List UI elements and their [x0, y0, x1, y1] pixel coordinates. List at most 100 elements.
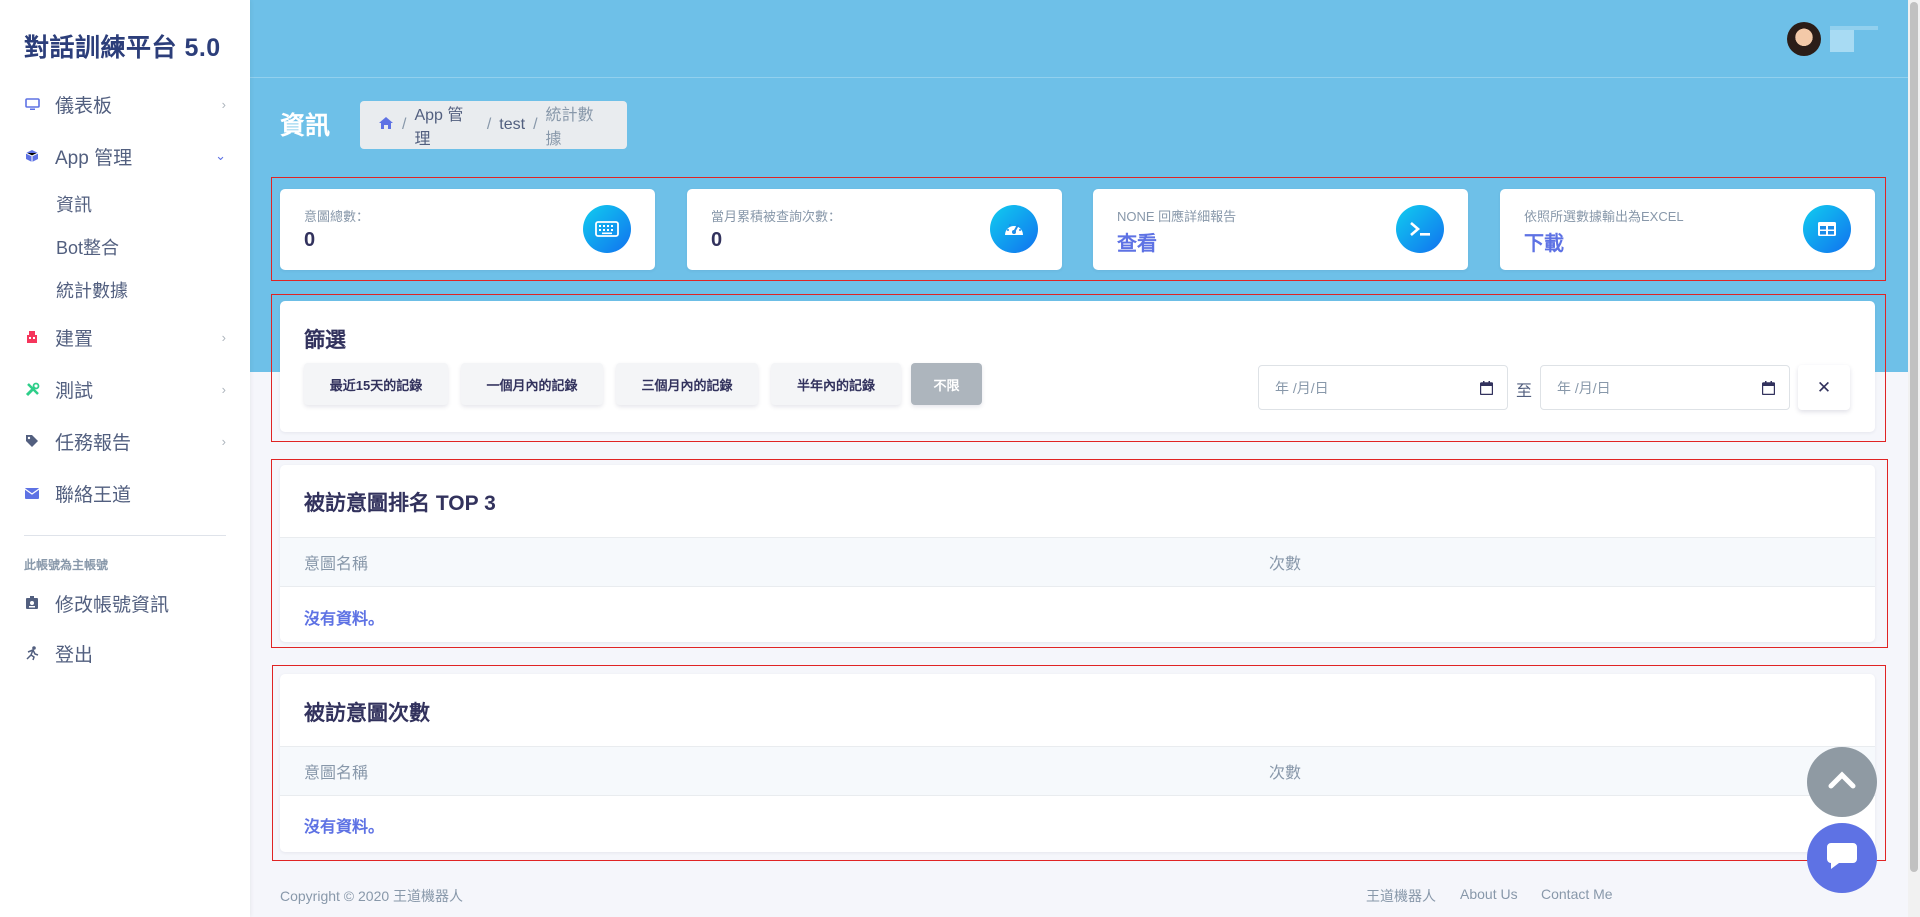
column-header-count[interactable]: 次數	[1269, 550, 1301, 574]
sidebar-subitem-info[interactable]: 資訊	[0, 182, 250, 225]
chevron-right-icon: ›	[221, 381, 226, 397]
sidebar-item-label: 儀表板	[55, 95, 113, 117]
breadcrumb-separator: /	[533, 116, 538, 133]
calendar-icon[interactable]	[1761, 381, 1776, 398]
table-title: 被訪意圖次數	[304, 702, 430, 725]
terminal-icon	[1396, 205, 1444, 253]
scrollbar-thumb[interactable]	[1910, 2, 1918, 872]
table-title: 被訪意圖排名 TOP 3	[304, 492, 496, 515]
footer-link-about[interactable]: About Us	[1460, 886, 1518, 902]
chevron-up-icon	[1828, 770, 1856, 794]
chat-bubble-icon	[1825, 841, 1859, 876]
sidebar-item-task-report[interactable]: 任務報告 ›	[0, 415, 250, 467]
date-to-placeholder: 年 /月/日	[1557, 379, 1611, 396]
main-content: 資訊 / App 管理 / test / 統計數據 意圖總數： 0 當月累積被查…	[250, 0, 1920, 917]
sidebar-item-edit-account[interactable]: 修改帳號資訊	[0, 578, 250, 628]
sidebar-item-build[interactable]: 建置 ›	[0, 311, 250, 363]
count-table-card: 被訪意圖次數 意圖名稱 次數 沒有資料。	[280, 674, 1875, 852]
chevron-down-icon: ⌄	[215, 148, 226, 163]
chevron-right-icon: ›	[221, 433, 226, 449]
stat-card-excel-export: 依照所選數據輸出為EXCEL 下載	[1500, 189, 1875, 270]
brand-title[interactable]: 對話訓練平台 5.0	[0, 0, 250, 78]
sidebar-item-app-management[interactable]: App 管理 ⌄	[0, 130, 250, 182]
column-header-intent-name[interactable]: 意圖名稱	[304, 550, 368, 574]
filter-half-year-button[interactable]: 半年內的記錄	[771, 363, 901, 405]
monitor-icon	[24, 96, 40, 112]
account-heading: 此帳號為主帳號	[24, 557, 109, 572]
breadcrumb-current: 統計數據	[545, 107, 594, 148]
vertical-scrollbar[interactable]	[1908, 0, 1920, 917]
page-title: 資訊	[280, 112, 331, 140]
breadcrumb-separator: /	[486, 116, 492, 133]
filter-1-month-button[interactable]: 一個月內的記錄	[461, 363, 603, 405]
running-icon	[24, 645, 40, 661]
filter-15-days-button[interactable]: 最近15天的記錄	[304, 363, 448, 405]
sidebar: 對話訓練平台 5.0 儀表板 › App 管理 ⌄ 資訊 Bot整合 統計數據 …	[0, 0, 250, 917]
date-to-input[interactable]: 年 /月/日	[1540, 365, 1790, 410]
stat-label: 意圖總數：	[304, 209, 370, 224]
sidebar-item-dashboard[interactable]: 儀表板 ›	[0, 78, 250, 130]
date-range-to-label: 至	[1516, 383, 1533, 400]
sidebar-item-label: 聯絡王道	[55, 484, 132, 506]
table-header: 意圖名稱 次數	[280, 746, 1875, 796]
stat-card-none-report: NONE 回應詳細報告 查看	[1093, 189, 1468, 270]
cube-icon	[24, 148, 40, 164]
speedometer-icon	[990, 205, 1038, 253]
sidebar-item-label: 建置	[55, 328, 94, 350]
chevron-right-icon: ›	[221, 329, 226, 345]
envelope-icon	[24, 485, 40, 501]
sidebar-item-label: 修改帳號資訊	[55, 594, 170, 616]
sidebar-subitem-statistics[interactable]: 統計數據	[0, 268, 250, 311]
keyboard-icon	[583, 205, 631, 253]
stat-label: 當月累積被查詢次數：	[711, 209, 842, 224]
id-badge-icon	[24, 595, 40, 611]
column-header-intent-name[interactable]: 意圖名稱	[304, 759, 368, 783]
date-from-input[interactable]: 年 /月/日	[1258, 365, 1508, 410]
topbar	[250, 0, 1920, 78]
stat-card-intent-total: 意圖總數： 0	[280, 189, 655, 270]
sidebar-subitem-bot-integration[interactable]: Bot整合	[0, 225, 250, 268]
user-menu[interactable]	[1830, 30, 1854, 52]
building-icon	[24, 329, 40, 345]
footer-link-contact[interactable]: Contact Me	[1541, 886, 1613, 902]
breadcrumb-item[interactable]: App 管理	[414, 101, 478, 149]
date-from-placeholder: 年 /月/日	[1275, 379, 1329, 396]
filter-unlimited-button[interactable]: 不限	[911, 363, 982, 405]
top3-table-card: 被訪意圖排名 TOP 3 意圖名稱 次數 沒有資料。	[280, 465, 1875, 642]
scroll-to-top-button[interactable]	[1807, 747, 1877, 817]
sidebar-item-label: App 管理	[55, 147, 133, 169]
chat-button[interactable]	[1807, 823, 1877, 893]
chevron-right-icon: ›	[221, 96, 226, 112]
sidebar-item-label: 測試	[55, 380, 94, 402]
sidebar-item-contact[interactable]: 聯絡王道	[0, 467, 250, 519]
stat-value: 0	[711, 229, 723, 251]
sidebar-item-label: 任務報告	[55, 432, 132, 454]
empty-message: 沒有資料。	[304, 611, 385, 628]
filter-card: 篩選 最近15天的記錄 一個月內的記錄 三個月內的記錄 半年內的記錄 不限 年 …	[280, 301, 1875, 432]
breadcrumb-item[interactable]: test	[499, 116, 525, 134]
footer-link-home[interactable]: 王道機器人	[1366, 886, 1436, 906]
view-report-link[interactable]: 查看	[1117, 227, 1157, 256]
stat-label: NONE 回應詳細報告	[1117, 209, 1237, 224]
footer-copyright: Copyright © 2020 王道機器人	[280, 888, 464, 904]
stat-card-monthly-queries: 當月累積被查詢次數： 0	[687, 189, 1062, 270]
sidebar-nav: 儀表板 › App 管理 ⌄ 資訊 Bot整合 統計數據 建置 › 測試 › 任…	[0, 78, 250, 519]
breadcrumb-separator: /	[402, 116, 407, 133]
download-link[interactable]: 下載	[1524, 227, 1564, 256]
breadcrumb: / App 管理 / test / 統計數據	[360, 101, 627, 149]
table-icon	[1803, 205, 1851, 253]
empty-message: 沒有資料。	[304, 819, 385, 836]
tag-icon	[24, 433, 40, 449]
clear-date-button[interactable]: ✕	[1798, 365, 1850, 410]
calendar-icon[interactable]	[1479, 381, 1494, 398]
sidebar-item-logout[interactable]: 登出	[0, 628, 250, 678]
avatar[interactable]	[1787, 22, 1821, 56]
sidebar-item-test[interactable]: 測試 ›	[0, 363, 250, 415]
home-icon[interactable]	[378, 116, 394, 135]
sidebar-divider	[24, 535, 226, 536]
filter-title: 篩選	[304, 329, 346, 352]
column-header-count[interactable]: 次數	[1269, 759, 1301, 783]
filter-3-months-button[interactable]: 三個月內的記錄	[616, 363, 758, 405]
stat-label: 依照所選數據輸出為EXCEL	[1524, 209, 1684, 224]
table-header: 意圖名稱 次數	[280, 537, 1875, 587]
